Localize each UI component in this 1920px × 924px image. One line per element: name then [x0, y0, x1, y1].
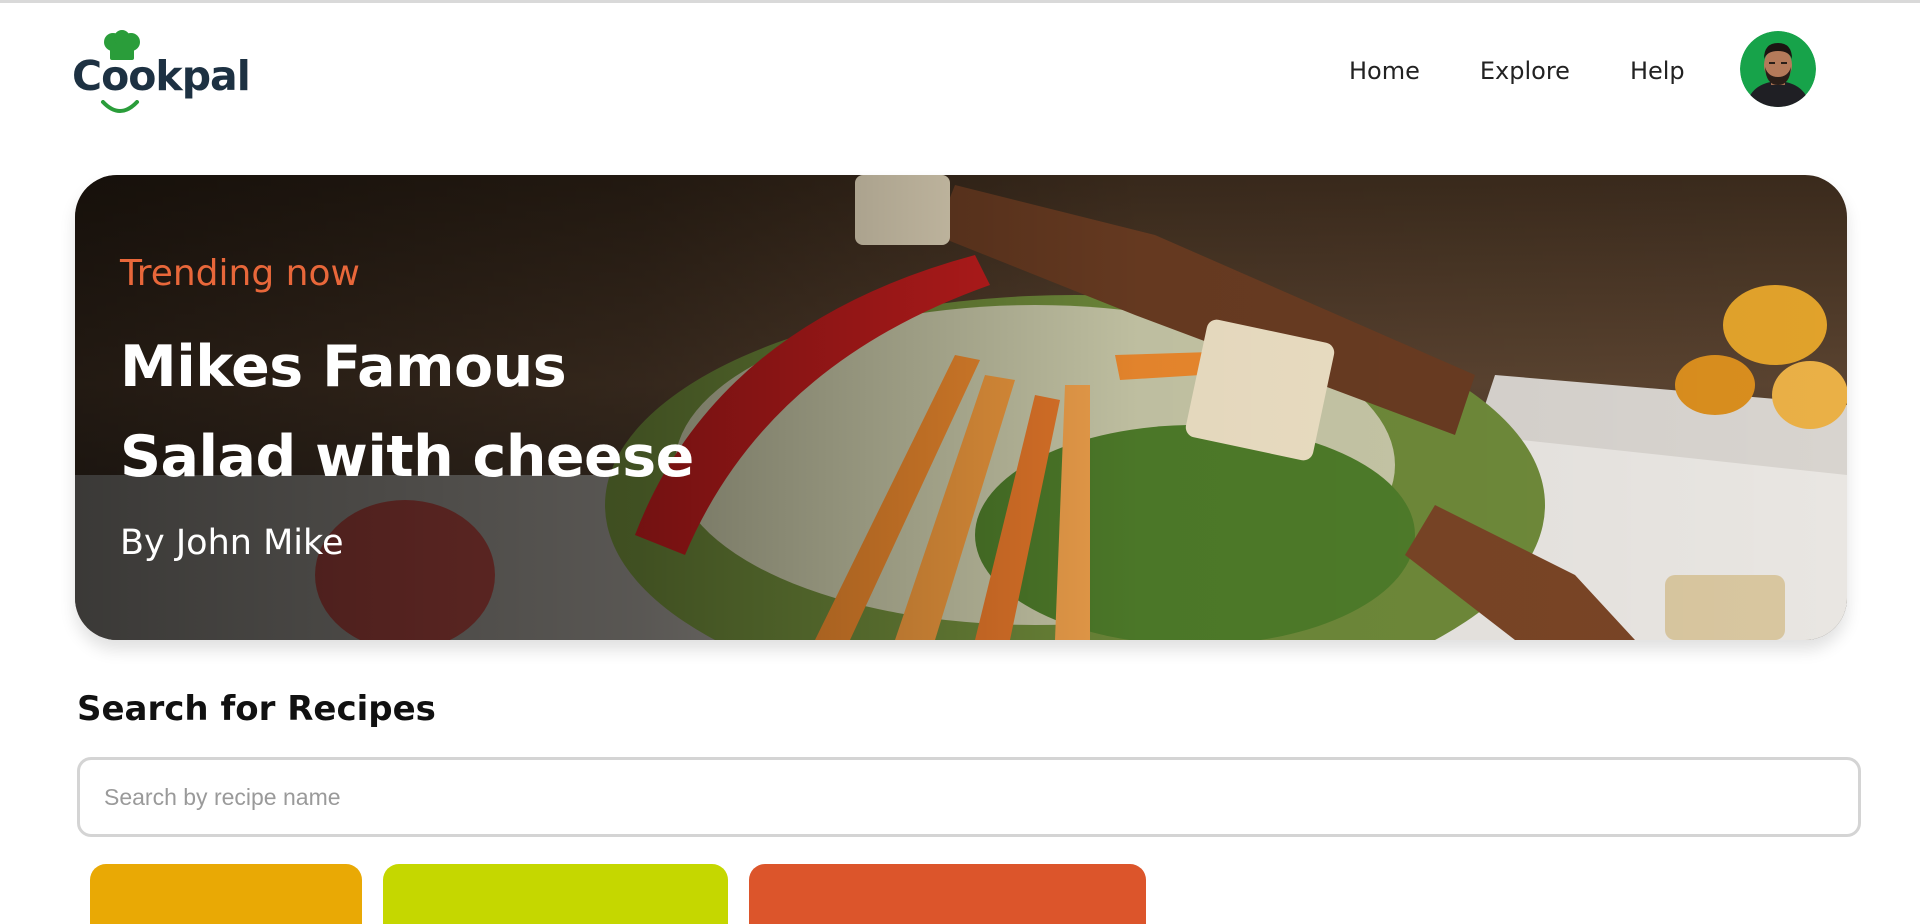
hero-title: Mikes Famous Salad with cheese: [120, 322, 1020, 502]
category-tile-3[interactable]: [749, 864, 1146, 924]
main-nav: Home Explore Help: [1349, 57, 1685, 85]
cookpal-logo[interactable]: Cookpal: [72, 30, 251, 113]
hero-kicker: Trending now: [120, 253, 360, 294]
smile-icon: [101, 100, 139, 113]
nav-help[interactable]: Help: [1630, 57, 1685, 85]
avatar-image: [1740, 31, 1816, 107]
category-tile-2[interactable]: [383, 864, 728, 924]
hero-title-line-2: Salad with cheese: [120, 424, 694, 490]
nav-explore[interactable]: Explore: [1480, 57, 1570, 85]
user-avatar[interactable]: [1740, 31, 1816, 107]
nav-home[interactable]: Home: [1349, 57, 1420, 85]
category-tile-1[interactable]: [90, 864, 362, 924]
search-input[interactable]: [77, 757, 1861, 837]
top-border: [0, 0, 1920, 3]
trending-hero-banner[interactable]: Trending now Mikes Famous Salad with che…: [75, 175, 1847, 640]
hero-author: By John Mike: [120, 523, 344, 563]
search-title: Search for Recipes: [77, 689, 436, 729]
logo-text: Cookpal: [72, 52, 251, 100]
hero-title-line-1: Mikes Famous: [120, 334, 567, 400]
